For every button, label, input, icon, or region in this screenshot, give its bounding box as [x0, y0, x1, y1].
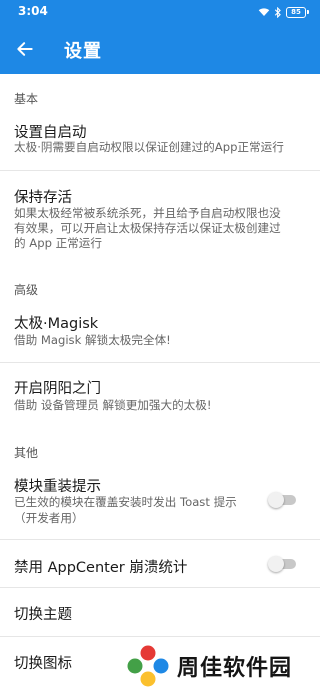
- status-icons: 85: [258, 6, 309, 18]
- item-subtitle-line: 已生效的模块在覆盖安装时发出 Toast 提示: [14, 495, 237, 509]
- item-subtitle-line: 如果太极经常被系统杀死，并且给予自启动权限也没: [14, 206, 281, 220]
- toggle-thumb: [268, 556, 284, 572]
- item-subtitle-line: 的 App 正常运行: [14, 236, 102, 250]
- divider: [0, 539, 320, 540]
- item-subtitle: 太极·阴需要自启动权限以保证创建过的App正常运行: [14, 140, 284, 154]
- status-time: 3:04: [18, 4, 48, 18]
- status-bar: 3:04 85: [0, 0, 320, 25]
- item-title: 保持存活: [14, 190, 72, 206]
- watermark: 周佳软件园: [126, 640, 316, 692]
- item-subtitle-line: 有效果，可以开启让太极保持存活以保证太极创建过: [14, 221, 281, 235]
- battery-icon: 85: [286, 6, 309, 18]
- item-subtitle-line: （开发者用）: [14, 511, 84, 525]
- item-subtitle: 借助 Magisk 解锁太极完全体!: [14, 333, 171, 347]
- section-header-basic: 基本: [14, 92, 39, 106]
- divider: [0, 170, 320, 171]
- section-header-other: 其他: [14, 446, 39, 460]
- toggle-thumb: [268, 492, 284, 508]
- pinwheel-logo-icon: [127, 645, 169, 687]
- divider: [0, 362, 320, 363]
- item-title: 禁用 AppCenter 崩溃统计: [14, 560, 188, 576]
- item-title: 开启阴阳之门: [14, 381, 101, 397]
- page-title: 设置: [64, 41, 102, 62]
- arrow-left-icon[interactable]: [15, 39, 35, 59]
- wifi-icon: [258, 8, 270, 16]
- divider: [0, 636, 320, 637]
- watermark-text: 周佳软件园: [177, 656, 293, 681]
- appcenter-toggle[interactable]: [268, 556, 298, 572]
- item-title: 切换图标: [14, 656, 72, 672]
- battery-level: 85: [291, 7, 301, 16]
- item-title: 切换主题: [14, 607, 72, 623]
- bluetooth-icon: [274, 6, 281, 18]
- item-title: 太极·Magisk: [14, 316, 99, 332]
- section-header-advanced: 高级: [14, 283, 39, 297]
- item-subtitle: 借助 设备管理员 解锁更加强大的太极!: [14, 398, 212, 412]
- app-bar: 设置: [0, 25, 320, 74]
- divider: [0, 587, 320, 588]
- reinstall-hint-toggle[interactable]: [268, 492, 298, 508]
- item-title: 模块重装提示: [14, 479, 101, 495]
